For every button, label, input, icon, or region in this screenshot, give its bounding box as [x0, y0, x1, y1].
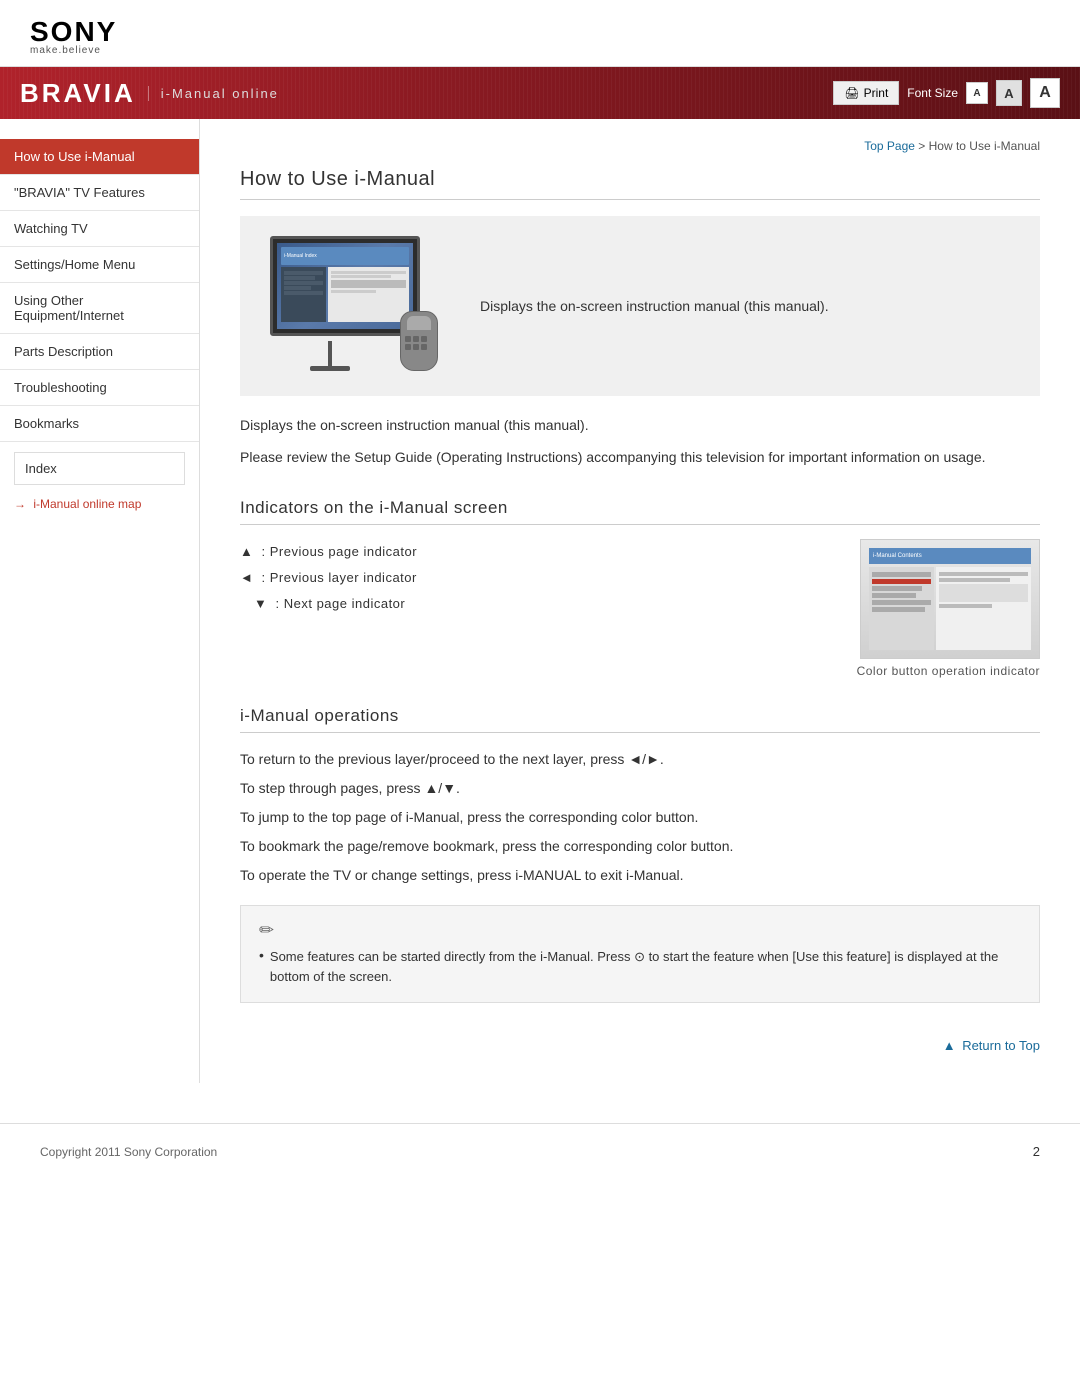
font-size-medium-button[interactable]: A — [996, 80, 1022, 106]
sidebar-item-equipment[interactable]: Using Other Equipment/Internet — [0, 283, 199, 334]
tv-stand — [328, 341, 332, 366]
indicator-prev-layer: ◄ : Previous layer indicator — [240, 565, 837, 591]
copyright-text: Copyright 2011 Sony Corporation — [40, 1145, 217, 1159]
operation-3: To jump to the top page of i-Manual, pre… — [240, 805, 1040, 830]
printer-icon: 🖨 — [844, 86, 859, 100]
main-container: How to Use i-Manual "BRAVIA" TV Features… — [0, 119, 1080, 1083]
sidebar: How to Use i-Manual "BRAVIA" TV Features… — [0, 119, 200, 1083]
page-footer: Copyright 2011 Sony Corporation 2 — [0, 1123, 1080, 1179]
sidebar-item-bravia-features[interactable]: "BRAVIA" TV Features — [0, 175, 199, 211]
sidebar-index[interactable]: Index — [14, 452, 185, 485]
bravia-banner: BRAVIA i-Manual online 🖨 Print Font Size… — [0, 67, 1080, 119]
sony-text: SONY — [30, 18, 1050, 46]
bravia-title: BRAVIA — [20, 78, 136, 109]
operation-2: To step through pages, press ▲/▼. — [240, 776, 1040, 801]
sidebar-item-watching-tv[interactable]: Watching TV — [0, 211, 199, 247]
intro-block: i-Manual Index — [240, 216, 1040, 396]
note-bullet: Some features can be started directly fr… — [259, 947, 1021, 989]
indicator-prev-page: ▲ : Previous page indicator — [240, 539, 837, 565]
bravia-subtitle: i-Manual online — [148, 86, 279, 101]
sidebar-item-settings[interactable]: Settings/Home Menu — [0, 247, 199, 283]
triangle-up-icon: ▲ — [240, 544, 253, 559]
sidebar-item-troubleshooting[interactable]: Troubleshooting — [0, 370, 199, 406]
section3-title: i-Manual operations — [240, 706, 1040, 733]
intro-text: Displays the on-screen instruction manua… — [480, 295, 829, 317]
operation-5: To operate the TV or change settings, pr… — [240, 863, 1040, 888]
bravia-controls: 🖨 Print Font Size A A A — [833, 78, 1060, 108]
print-button[interactable]: 🖨 Print — [833, 81, 899, 105]
sony-logo: SONY make.believe — [30, 18, 1050, 56]
return-to-top: ▲ Return to Top — [240, 1027, 1040, 1053]
operation-1: To return to the previous layer/proceed … — [240, 747, 1040, 772]
return-to-top-link[interactable]: ▲ Return to Top — [943, 1038, 1040, 1053]
tv-screen: i-Manual Index — [270, 236, 420, 336]
desc-text-2: Please review the Setup Guide (Operating… — [240, 446, 1040, 470]
breadcrumb-separator: > — [918, 139, 928, 153]
font-size-label: Font Size — [907, 86, 958, 100]
desc-text-1: Displays the on-screen instruction manua… — [240, 414, 1040, 438]
screenshot-inner: i-Manual Contents — [861, 540, 1039, 658]
note-box: ✏ Some features can be started directly … — [240, 905, 1040, 1004]
remote-control — [400, 311, 440, 376]
tv-image: i-Manual Index — [260, 236, 460, 376]
triangle-left-icon: ◄ — [240, 570, 253, 585]
indicators-list: ▲ : Previous page indicator ◄ : Previous… — [240, 539, 837, 617]
section-operations: i-Manual operations To return to the pre… — [240, 706, 1040, 1004]
bravia-left: BRAVIA i-Manual online — [20, 78, 279, 109]
operation-4: To bookmark the page/remove bookmark, pr… — [240, 834, 1040, 859]
indicators-screenshot: i-Manual Contents — [860, 539, 1040, 659]
triangle-down-icon: ▼ — [254, 596, 267, 611]
indicators-right: i-Manual Contents — [857, 539, 1040, 678]
tv-screen-content: i-Manual Index — [277, 243, 413, 326]
page-header: SONY make.believe — [0, 0, 1080, 67]
sidebar-item-bookmarks[interactable]: Bookmarks — [0, 406, 199, 442]
page-title: How to Use i-Manual — [240, 168, 1040, 200]
tv-screen-inner: i-Manual Index — [277, 243, 413, 329]
font-size-small-button[interactable]: A — [966, 82, 988, 104]
font-size-large-button[interactable]: A — [1030, 78, 1060, 108]
return-top-triangle-icon: ▲ — [943, 1038, 956, 1053]
note-icon: ✏ — [259, 920, 1021, 941]
section2-title: Indicators on the i-Manual screen — [240, 498, 1040, 525]
sidebar-item-parts[interactable]: Parts Description — [0, 334, 199, 370]
breadcrumb-top-link[interactable]: Top Page — [864, 139, 915, 153]
sidebar-item-how-to-use[interactable]: How to Use i-Manual — [0, 139, 199, 175]
sidebar-nav: How to Use i-Manual "BRAVIA" TV Features… — [0, 139, 199, 442]
sidebar-online-map: → i-Manual online map — [0, 485, 199, 523]
content-area: Top Page > How to Use i-Manual How to Us… — [200, 119, 1080, 1083]
indicator-next-page: ▼ : Next page indicator — [240, 591, 837, 617]
section-indicators: Indicators on the i-Manual screen ▲ : Pr… — [240, 498, 1040, 678]
map-arrow-icon: → — [14, 497, 26, 511]
breadcrumb-current: How to Use i-Manual — [929, 139, 1040, 153]
indicators-block: ▲ : Previous page indicator ◄ : Previous… — [240, 539, 1040, 678]
page-number: 2 — [1033, 1144, 1040, 1159]
tv-base — [310, 366, 350, 371]
note-text: Some features can be started directly fr… — [270, 947, 1021, 989]
breadcrumb: Top Page > How to Use i-Manual — [240, 129, 1040, 153]
color-btn-indicator: Color button operation indicator — [857, 664, 1040, 678]
sony-tagline: make.believe — [30, 46, 1050, 56]
